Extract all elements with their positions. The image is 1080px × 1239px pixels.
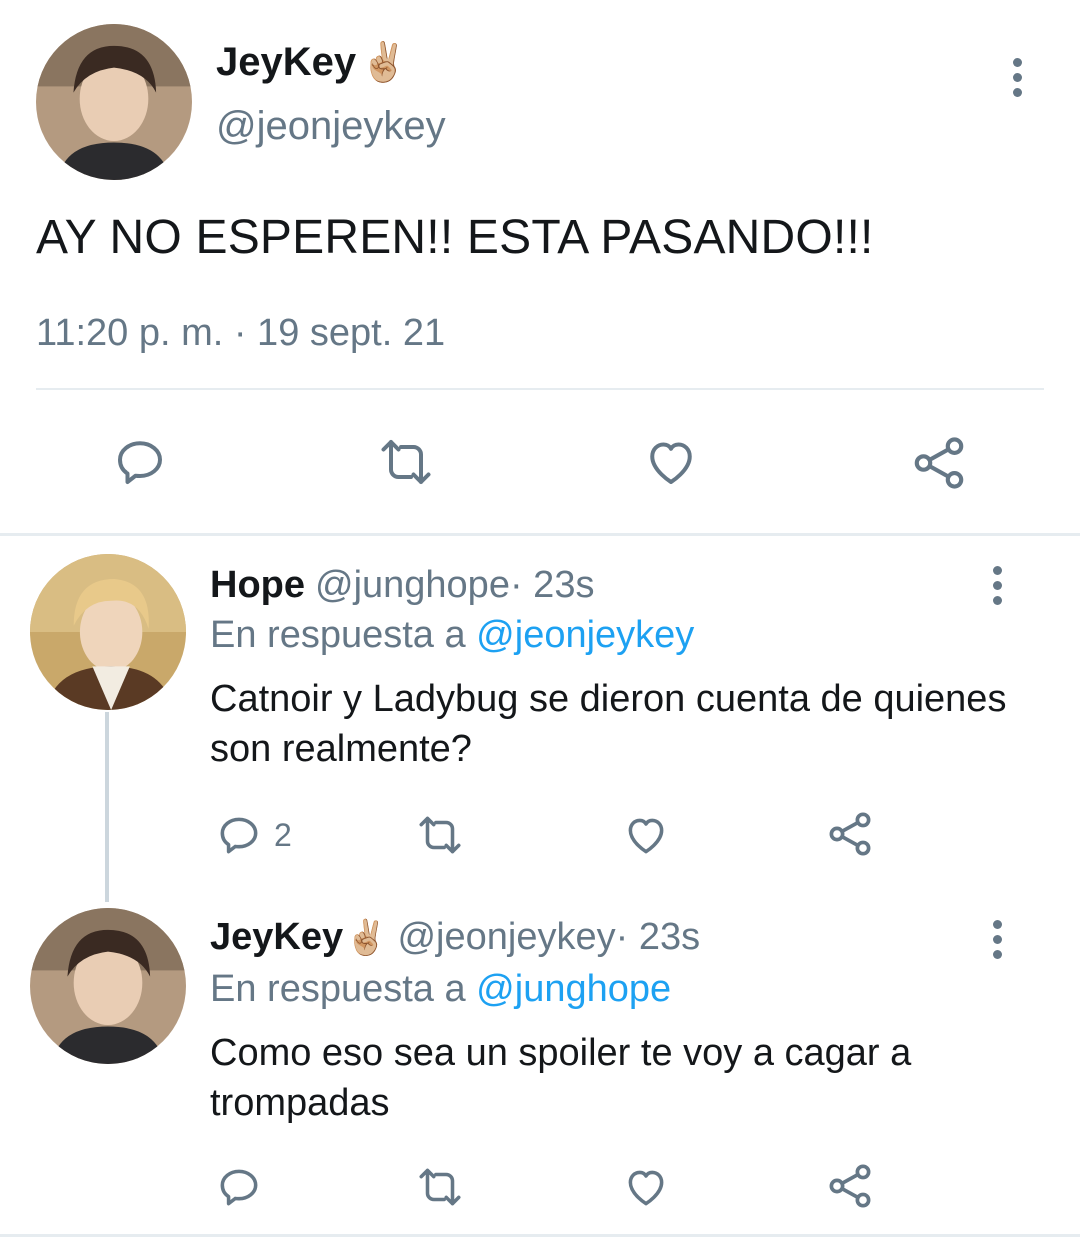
- dot-icon: [992, 935, 1002, 944]
- divider: [36, 388, 1044, 390]
- reply-time: · 23s: [615, 916, 701, 958]
- mention-link[interactable]: @junghope: [476, 968, 671, 1010]
- share-button[interactable]: [824, 1160, 876, 1212]
- heart-icon: [650, 442, 692, 484]
- dot-icon: [992, 596, 1002, 605]
- avatar[interactable]: [30, 554, 186, 710]
- reply-count: 2: [274, 816, 292, 853]
- reply-button[interactable]: [214, 1162, 264, 1212]
- avatar-photo-icon: [30, 554, 186, 710]
- share-button[interactable]: [908, 432, 970, 494]
- reply-prefix: En respuesta a: [210, 614, 477, 656]
- like-button[interactable]: [620, 810, 672, 860]
- like-button[interactable]: [620, 1162, 672, 1212]
- main-tweet: JeyKey ✌🏼 @jeonjeykey AY NO ESPEREN!! ES…: [0, 0, 1080, 535]
- victory-hand-emoji-icon: ✌🏼: [345, 918, 388, 957]
- share-icon: [829, 812, 871, 856]
- avatar[interactable]: [36, 24, 192, 180]
- retweet-button[interactable]: [410, 1162, 470, 1212]
- dot-icon: [992, 581, 1002, 590]
- author-name[interactable]: JeyKey ✌🏼: [216, 40, 407, 85]
- section-divider: [0, 533, 1080, 536]
- thread-connector-line: [105, 712, 109, 902]
- reply-tweet: Hope @junghope · 23s En respuesta a @jeo…: [0, 550, 1080, 890]
- reply-header: Hope @junghope · 23s: [210, 564, 594, 607]
- reply-icon: [118, 441, 162, 484]
- author-handle[interactable]: @jeonjeykey: [397, 916, 615, 959]
- reply-header: JeyKey ✌🏼 @jeonjeykey · 23s: [210, 916, 700, 959]
- dot-icon: [992, 920, 1002, 929]
- bottom-divider: [0, 1234, 1080, 1237]
- dot-icon: [1012, 58, 1022, 67]
- avatar[interactable]: [30, 908, 186, 1064]
- avatar-photo-icon: [30, 908, 186, 1064]
- retweet-icon: [419, 816, 461, 854]
- retweet-button[interactable]: [370, 432, 442, 492]
- tweet-timestamp[interactable]: 11:20 p. m. · 19 sept. 21: [36, 312, 445, 355]
- retweet-icon: [419, 1168, 461, 1206]
- author-handle[interactable]: @jeonjeykey: [216, 104, 446, 149]
- dot-icon: [992, 566, 1002, 575]
- heart-icon: [628, 1170, 664, 1206]
- heart-icon: [628, 818, 664, 854]
- more-options-button[interactable]: [990, 566, 1004, 605]
- reply-button[interactable]: [110, 432, 170, 492]
- mention-link[interactable]: @jeonjeykey: [476, 614, 694, 656]
- dot-icon: [1012, 88, 1022, 97]
- more-options-button[interactable]: [990, 920, 1004, 959]
- tweet-text: Como eso sea un spoiler te voy a cagar a…: [210, 1032, 912, 1124]
- reply-icon: [220, 817, 258, 854]
- in-reply-to: En respuesta a @junghope: [210, 968, 671, 1011]
- reply-time: · 23s: [509, 564, 595, 606]
- share-button[interactable]: [824, 808, 876, 860]
- share-icon: [829, 1164, 871, 1208]
- share-icon: [914, 437, 964, 489]
- author-name[interactable]: JeyKey ✌🏼: [210, 916, 387, 959]
- tweet-text: AY NO ESPEREN!! ESTA PASANDO!!!: [36, 211, 874, 264]
- retweet-icon: [381, 440, 431, 484]
- dot-icon: [1012, 73, 1022, 82]
- in-reply-to: En respuesta a @jeonjeykey: [210, 614, 694, 657]
- author-name-text: Hope: [210, 564, 305, 606]
- more-options-button[interactable]: [1010, 58, 1024, 97]
- reply-tweet: JeyKey ✌🏼 @jeonjeykey · 23s En respuesta…: [0, 904, 1080, 1234]
- reply-button[interactable]: 2: [214, 810, 292, 860]
- author-name[interactable]: Hope: [210, 564, 305, 607]
- author-handle[interactable]: @junghope: [315, 564, 510, 607]
- retweet-button[interactable]: [410, 810, 470, 860]
- dot-icon: [992, 950, 1002, 959]
- reply-icon: [220, 1169, 258, 1206]
- author-name-text: JeyKey: [210, 916, 344, 958]
- reply-prefix: En respuesta a: [210, 968, 477, 1010]
- tweet-text: Catnoir y Ladybug se dieron cuenta de qu…: [210, 678, 1007, 770]
- like-button[interactable]: [640, 432, 702, 492]
- avatar-photo-icon: [36, 24, 192, 180]
- author-name-text: JeyKey: [216, 40, 357, 84]
- victory-hand-emoji-icon: ✌🏼: [360, 41, 408, 84]
